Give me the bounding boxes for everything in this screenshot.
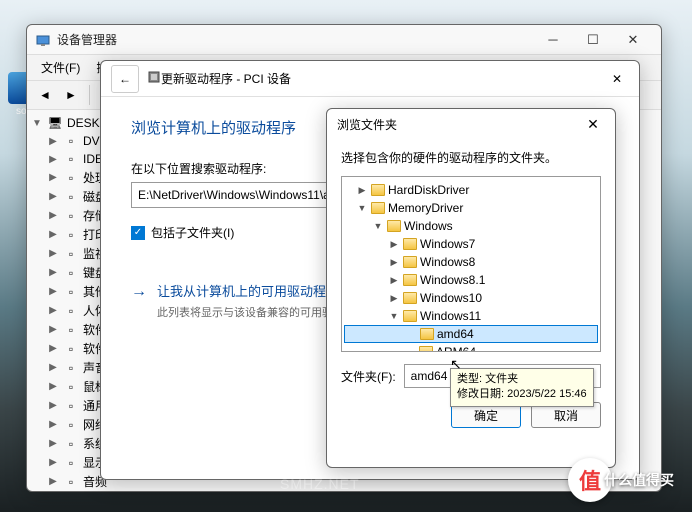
device-category-icon: ▫	[63, 189, 79, 205]
folder-tree[interactable]: ▶HardDiskDriver ▼MemoryDriver ▼Windows ▶…	[341, 176, 601, 352]
device-category-icon: ▫	[63, 227, 79, 243]
folder-windows81[interactable]: ▶Windows8.1	[344, 271, 598, 289]
watermark-text: 什么值得买	[604, 470, 674, 490]
tree-toggle[interactable]: ▶	[47, 419, 59, 430]
tree-toggle[interactable]: ▶	[47, 172, 59, 183]
browse-instruction: 选择包含你的硬件的驱动程序的文件夹。	[341, 149, 601, 166]
browse-folder-dialog: 浏览文件夹 ✕ 选择包含你的硬件的驱动程序的文件夹。 ▶HardDiskDriv…	[326, 108, 616, 468]
folder-field-label: 文件夹(F):	[341, 368, 396, 385]
minimize-button[interactable]: ─	[533, 26, 573, 54]
forward-icon[interactable]: ►	[59, 83, 83, 107]
folder-icon	[419, 346, 433, 352]
back-icon[interactable]: ◄	[33, 83, 57, 107]
device-category-icon: ▫	[63, 379, 79, 395]
tree-toggle[interactable]: ▶	[47, 305, 59, 316]
folder-icon	[371, 202, 385, 214]
folder-icon	[403, 310, 417, 322]
folder-icon	[387, 220, 401, 232]
wizard-back-button[interactable]: ←	[111, 65, 139, 93]
device-category-icon: ▫	[63, 284, 79, 300]
tree-toggle[interactable]: ▶	[47, 154, 59, 165]
tree-toggle[interactable]: ▶	[47, 229, 59, 240]
device-category-icon: ▫	[63, 474, 79, 490]
devmgr-icon	[35, 32, 51, 48]
device-category-icon: ▫	[63, 303, 79, 319]
tree-toggle[interactable]: ▶	[47, 343, 59, 354]
tree-toggle[interactable]: ▶	[47, 457, 59, 468]
tree-toggle[interactable]: ▶	[47, 286, 59, 297]
device-category-icon: ▫	[63, 398, 79, 414]
tree-toggle[interactable]: ▶	[47, 438, 59, 449]
browse-close-button[interactable]: ✕	[581, 116, 605, 133]
wizard-header-text: 更新驱动程序 - PCI 设备	[161, 70, 291, 87]
tree-toggle[interactable]: ▶	[47, 191, 59, 202]
close-button[interactable]: ✕	[613, 26, 653, 54]
desktop-background: soft 设备管理器 ─ ☐ ✕ 文件(F) 操作(A) 查看(V) 帮助(H)…	[0, 0, 692, 512]
device-category-icon: ▫	[63, 417, 79, 433]
device-category-icon: ▫	[63, 246, 79, 262]
device-category-icon: ▫	[63, 133, 79, 149]
browse-dialog-titlebar[interactable]: 浏览文件夹 ✕	[327, 109, 615, 139]
folder-arm64[interactable]: ARM64	[344, 343, 598, 352]
folder-windows11[interactable]: ▼Windows11	[344, 307, 598, 325]
tree-toggle[interactable]: ▶	[47, 324, 59, 335]
device-category-icon: ▫	[63, 341, 79, 357]
tree-toggle[interactable]: ▶	[47, 381, 59, 392]
folder-tooltip: 类型: 文件夹 修改日期: 2023/5/22 15:46	[450, 368, 594, 407]
browse-dialog-title: 浏览文件夹	[337, 116, 397, 133]
tree-toggle[interactable]: ▶	[47, 248, 59, 259]
menu-file[interactable]: 文件(F)	[33, 57, 88, 78]
folder-icon	[371, 184, 385, 196]
device-category-icon: ▫	[63, 436, 79, 452]
folder-windows[interactable]: ▼Windows	[344, 217, 598, 235]
tree-toggle[interactable]: ▶	[47, 210, 59, 221]
devmgr-titlebar[interactable]: 设备管理器 ─ ☐ ✕	[27, 25, 661, 55]
device-category-icon: ▫	[63, 455, 79, 471]
device-category-icon: ▫	[63, 265, 79, 281]
folder-icon	[403, 238, 417, 250]
computer-icon: 🖥	[47, 115, 63, 131]
folder-windows7[interactable]: ▶Windows7	[344, 235, 598, 253]
device-category-icon: ▫	[63, 322, 79, 338]
maximize-button[interactable]: ☐	[573, 26, 613, 54]
tree-toggle[interactable]: ▶	[47, 362, 59, 373]
folder-memorydriver[interactable]: ▼MemoryDriver	[344, 199, 598, 217]
device-icon	[147, 70, 161, 87]
watermark-center: SMHZ.NET	[280, 476, 360, 492]
tree-toggle[interactable]: ▶	[47, 400, 59, 411]
include-subfolders-checkbox[interactable]: ✓	[131, 226, 145, 240]
device-category-icon: ▫	[63, 360, 79, 376]
arrow-right-icon: →	[131, 283, 147, 301]
tree-toggle[interactable]: ▶	[47, 476, 59, 487]
include-subfolders-label: 包括子文件夹(I)	[151, 224, 234, 241]
device-category-icon: ▫	[63, 208, 79, 224]
device-category-icon: ▫	[63, 170, 79, 186]
tree-toggle[interactable]: ▶	[47, 136, 59, 147]
tooltip-modified: 修改日期: 2023/5/22 15:46	[457, 387, 587, 402]
folder-icon	[403, 292, 417, 304]
folder-windows10[interactable]: ▶Windows10	[344, 289, 598, 307]
folder-icon	[403, 274, 417, 286]
device-category-icon: ▫	[63, 151, 79, 167]
tree-toggle[interactable]: ▼	[31, 118, 43, 129]
folder-open-icon	[420, 328, 434, 340]
folder-harddiskdriver[interactable]: ▶HardDiskDriver	[344, 181, 598, 199]
wizard-header: ← 更新驱动程序 - PCI 设备 ✕	[101, 61, 639, 97]
wizard-close-button[interactable]: ✕	[605, 72, 629, 86]
tooltip-type: 类型: 文件夹	[457, 372, 587, 387]
folder-amd64-selected[interactable]: amd64	[344, 325, 598, 343]
tree-toggle[interactable]: ▶	[47, 267, 59, 278]
folder-icon	[403, 256, 417, 268]
folder-windows8[interactable]: ▶Windows8	[344, 253, 598, 271]
devmgr-title: 设备管理器	[57, 31, 533, 48]
